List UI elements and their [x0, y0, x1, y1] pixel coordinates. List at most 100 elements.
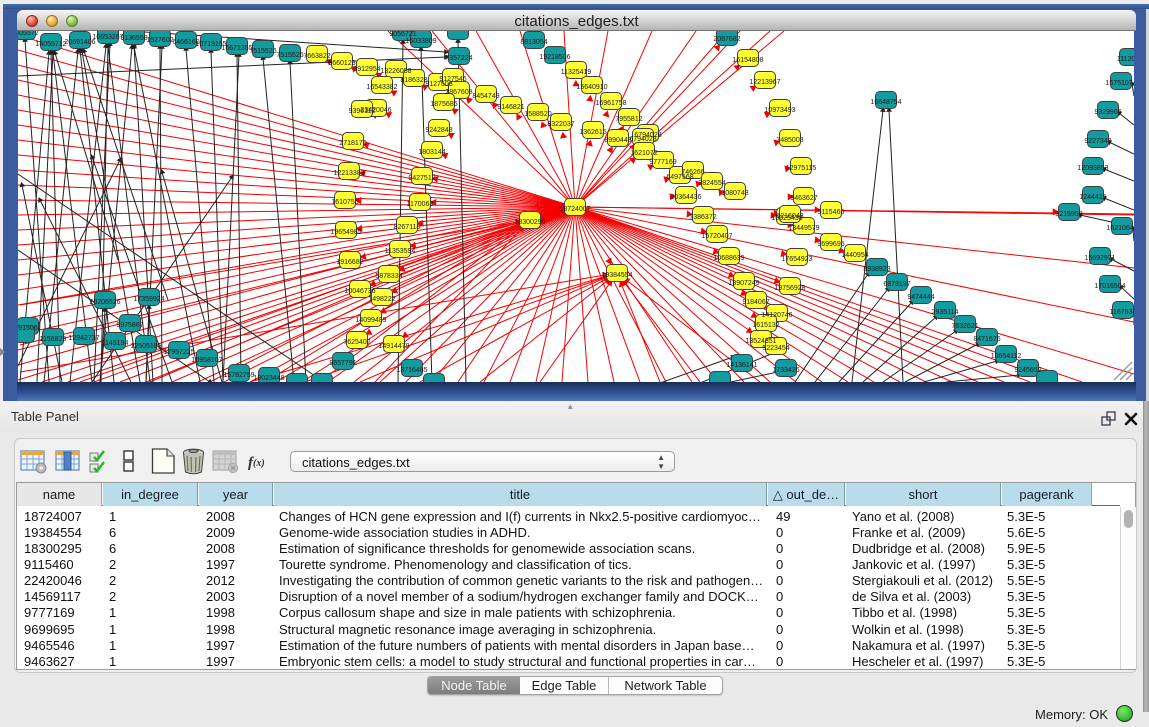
svg-text:14136141: 14136141	[726, 362, 757, 369]
svg-text:1588520: 1588520	[524, 111, 551, 118]
svg-text:1145194: 1145194	[102, 340, 129, 347]
svg-text:9660123: 9660123	[328, 60, 355, 67]
svg-text:(x): (x)	[253, 458, 265, 469]
svg-text:7955812: 7955812	[615, 116, 642, 123]
svg-text:10973493: 10973493	[764, 107, 795, 114]
svg-text:3912954: 3912954	[353, 66, 380, 73]
svg-text:20364436: 20364436	[670, 194, 701, 201]
svg-text:9245652: 9245652	[1014, 367, 1041, 374]
svg-text:17654923: 17654923	[781, 256, 812, 263]
svg-text:1610755: 1610755	[331, 199, 358, 206]
svg-text:16543382: 16543382	[366, 84, 397, 91]
svg-text:1875685: 1875685	[430, 101, 457, 108]
svg-text:16671355: 16671355	[221, 45, 252, 52]
svg-text:9975867: 9975867	[116, 322, 143, 329]
svg-text:12942737: 12942737	[68, 335, 99, 342]
svg-text:2867608: 2867608	[445, 89, 472, 96]
svg-text:18907249: 18907249	[728, 280, 759, 287]
svg-text:15692971: 15692971	[1084, 255, 1115, 262]
svg-text:16961758: 16961758	[595, 100, 626, 107]
svg-text:11325419: 11325419	[561, 69, 592, 76]
svg-text:9227343: 9227343	[1084, 138, 1111, 145]
svg-text:8267110: 8267110	[394, 224, 421, 231]
svg-text:6794028: 6794028	[629, 136, 656, 143]
svg-text:7625402: 7625402	[343, 339, 370, 346]
svg-text:1498222: 1498222	[368, 296, 395, 303]
svg-text:15751074: 15751074	[1105, 80, 1134, 87]
svg-text:1112043: 1112043	[1117, 56, 1134, 63]
svg-text:15640910: 15640910	[576, 84, 607, 91]
svg-text:9242848: 9242848	[425, 127, 452, 134]
svg-text:13449579: 13449579	[788, 225, 819, 232]
svg-text:19756928: 19756928	[774, 285, 805, 292]
svg-text:16210643: 16210643	[1106, 225, 1134, 232]
svg-text:19218506: 19218506	[539, 54, 570, 61]
svg-text:8322037: 8322037	[547, 121, 574, 128]
svg-text:9657791: 9657791	[329, 360, 356, 367]
svg-text:3215958: 3215958	[1055, 211, 1082, 218]
svg-text:7663822: 7663822	[303, 53, 330, 60]
svg-text:12505185: 12505185	[130, 343, 161, 350]
svg-text:9463627: 9463627	[790, 195, 817, 202]
svg-text:746266: 746266	[681, 169, 704, 176]
svg-text:10688639: 10688639	[713, 255, 744, 262]
svg-text:9474444: 9474444	[907, 294, 934, 301]
svg-text:12093853: 12093853	[1077, 165, 1108, 172]
svg-text:16782759: 16782759	[223, 372, 254, 379]
svg-text:13524851: 13524851	[745, 338, 776, 345]
svg-text:16033809: 16033809	[405, 38, 436, 45]
svg-text:1527602: 1527602	[146, 37, 173, 44]
svg-text:1916682: 1916682	[336, 259, 363, 266]
svg-text:10653267: 10653267	[92, 34, 123, 41]
svg-text:9329966: 9329966	[1094, 109, 1121, 116]
svg-text:14055712: 14055712	[35, 41, 66, 48]
svg-text:1803144: 1803144	[418, 149, 445, 156]
svg-text:12213383: 12213383	[333, 170, 364, 177]
svg-text:19654985: 19654985	[330, 229, 361, 236]
svg-text:10654112: 10654112	[991, 353, 1022, 360]
svg-text:20206526: 20206526	[89, 299, 120, 306]
svg-text:8813054: 8813054	[520, 39, 547, 46]
svg-text:1170063: 1170063	[407, 201, 434, 208]
svg-text:9127546: 9127546	[439, 76, 466, 83]
svg-text:7632621: 7632621	[951, 323, 978, 330]
svg-text:7515526: 7515526	[276, 52, 303, 59]
svg-text:8186328: 8186328	[400, 77, 427, 84]
svg-text:6216043: 6216043	[776, 213, 803, 220]
svg-text:3824554: 3824554	[698, 180, 725, 187]
svg-text:7515526: 7515526	[249, 48, 276, 55]
svg-text:9055721: 9055721	[389, 31, 416, 38]
svg-text:7915061: 7915061	[18, 325, 42, 332]
svg-text:7357224: 7357224	[445, 55, 472, 62]
svg-text:8471676: 8471676	[973, 336, 1000, 343]
svg-text:8938923: 8938923	[863, 266, 890, 273]
svg-text:18300295: 18300295	[514, 219, 545, 226]
svg-text:8454749: 8454749	[472, 93, 499, 100]
svg-text:2718170: 2718170	[339, 140, 366, 147]
svg-text:15720407: 15720407	[701, 233, 732, 240]
svg-text:14120746: 14120746	[761, 312, 792, 319]
svg-text:6879197: 6879197	[883, 281, 910, 288]
svg-text:9396112: 9396112	[349, 108, 376, 115]
svg-text:10046736: 10046736	[344, 288, 375, 295]
svg-text:20691406: 20691406	[64, 39, 95, 46]
svg-text:13226058: 13226058	[380, 68, 411, 75]
svg-text:1362615: 1362615	[579, 129, 606, 136]
svg-text:2935114: 2935114	[932, 309, 959, 316]
svg-text:11353594: 11353594	[385, 248, 416, 255]
svg-text:1405572: 1405572	[18, 31, 39, 37]
svg-text:1615132: 1615132	[752, 322, 779, 329]
svg-text:9184067: 9184067	[742, 299, 769, 306]
svg-text:13716485: 13716485	[396, 367, 427, 374]
svg-text:9115460: 9115460	[818, 209, 845, 216]
svg-text:5223454: 5223454	[762, 345, 789, 352]
svg-text:17016504: 17016504	[1094, 283, 1125, 290]
svg-text:5878334: 5878334	[375, 273, 402, 280]
svg-text:18724007: 18724007	[559, 206, 590, 213]
svg-text:1244415: 1244415	[1079, 194, 1106, 201]
svg-text:1733426: 1733426	[772, 367, 799, 374]
svg-text:16154808: 16154808	[732, 57, 763, 64]
svg-text:16648754: 16648754	[870, 99, 901, 106]
svg-text:13023448: 13023448	[253, 375, 284, 382]
svg-text:17957225: 17957225	[163, 349, 194, 356]
